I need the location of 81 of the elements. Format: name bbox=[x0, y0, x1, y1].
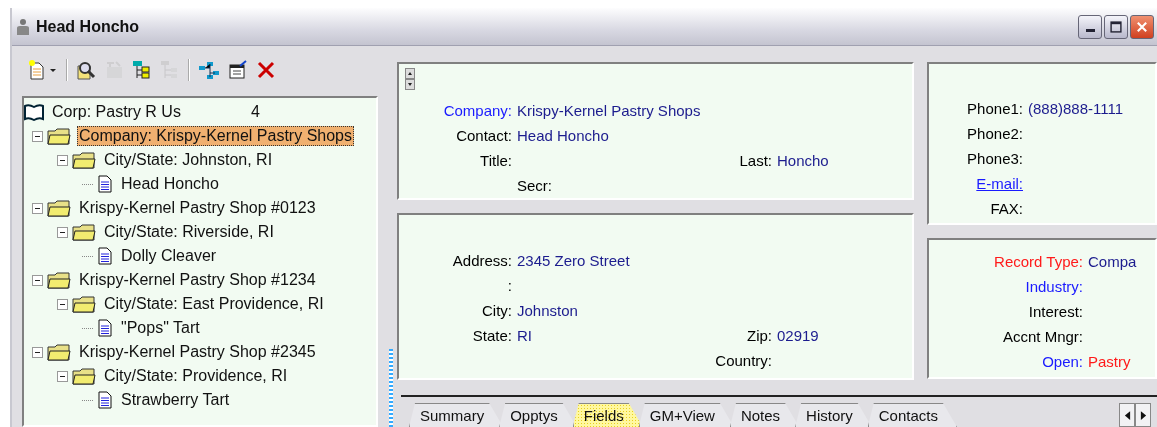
field-label: Industry: bbox=[1025, 278, 1083, 295]
field-value: Head Honcho bbox=[517, 127, 609, 144]
folder-icon bbox=[47, 343, 71, 361]
field-value: Johnston bbox=[517, 302, 578, 319]
tree-item[interactable]: City/State: Johnston, RI bbox=[102, 150, 275, 170]
collapse-icon[interactable] bbox=[32, 130, 43, 142]
collapse-icon[interactable] bbox=[32, 202, 43, 214]
folder-icon bbox=[47, 271, 71, 289]
field-label: Phone2: bbox=[967, 125, 1023, 142]
tree-item[interactable]: Company: Krispy-Kernel Pastry Shops bbox=[77, 126, 354, 146]
tree-item[interactable]: Krispy-Kernel Pastry Shop #2345 bbox=[77, 342, 318, 362]
minimize-button[interactable] bbox=[1078, 14, 1102, 39]
field-label: Record Type: bbox=[994, 253, 1083, 270]
tree-item[interactable]: Corp: Pastry R Us bbox=[50, 102, 183, 122]
tree-item[interactable]: Krispy-Kernel Pastry Shop #0123 bbox=[77, 198, 318, 218]
folder-icon bbox=[47, 199, 71, 217]
splitter-handle[interactable] bbox=[389, 349, 393, 427]
field-label: Open: bbox=[1042, 353, 1083, 370]
close-icon bbox=[1135, 19, 1149, 34]
tree-item[interactable]: Strawberry Tart bbox=[119, 390, 232, 410]
book-icon bbox=[24, 103, 44, 121]
email-link[interactable]: E-mail: bbox=[976, 175, 1023, 192]
field-label: Accnt Mngr: bbox=[1002, 328, 1083, 345]
document-icon bbox=[97, 391, 113, 409]
field-label: FAX: bbox=[990, 200, 1023, 217]
document-icon bbox=[97, 319, 113, 337]
field-value: Honcho bbox=[777, 152, 829, 169]
field-label: Address: bbox=[452, 252, 512, 269]
collapse-icon[interactable] bbox=[57, 154, 68, 166]
field-label: Last: bbox=[739, 152, 772, 169]
spin-buttons[interactable] bbox=[405, 68, 415, 93]
maximize-button[interactable] bbox=[1104, 14, 1128, 39]
field-label: Title: bbox=[480, 152, 512, 169]
folder-icon bbox=[72, 151, 96, 169]
collapse-icon[interactable] bbox=[57, 370, 68, 382]
tab[interactable]: Contacts bbox=[867, 403, 957, 427]
field-label: : bbox=[507, 277, 512, 294]
collapse-icon[interactable] bbox=[32, 274, 43, 286]
tree-item[interactable]: "Pops" Tart bbox=[119, 318, 202, 338]
field-label: Zip: bbox=[747, 327, 772, 344]
collapse-icon[interactable] bbox=[57, 298, 68, 310]
tree-item[interactable]: City/State: East Providence, RI bbox=[102, 294, 326, 314]
field-label: City: bbox=[482, 302, 512, 319]
tree-item[interactable]: City/State: Riverside, RI bbox=[102, 222, 276, 242]
field-value: 2345 Zero Street bbox=[517, 252, 630, 269]
field-label: State: bbox=[472, 327, 512, 344]
field-label: Phone3: bbox=[967, 150, 1023, 167]
folder-icon bbox=[72, 223, 96, 241]
collapse-icon[interactable] bbox=[32, 346, 43, 358]
tree-item[interactable]: Krispy-Kernel Pastry Shop #1234 bbox=[77, 270, 318, 290]
field-value: Compa bbox=[1088, 253, 1137, 270]
field-label: Company: bbox=[443, 102, 512, 119]
left-arrow-icon bbox=[1123, 410, 1131, 420]
field-value: Krispy-Kernel Pastry Shops bbox=[517, 102, 701, 119]
folder-icon bbox=[47, 127, 71, 145]
person-icon bbox=[16, 17, 30, 36]
field-value: (888)888-1111 bbox=[1028, 100, 1124, 117]
scroll-left-button[interactable] bbox=[1119, 403, 1135, 427]
record-count: 4 bbox=[250, 103, 260, 121]
field-label: Country: bbox=[715, 352, 772, 369]
field-value: RI bbox=[517, 327, 532, 344]
collapse-icon[interactable] bbox=[57, 226, 68, 238]
field-label: Interest: bbox=[1028, 303, 1083, 320]
scroll-right-button[interactable] bbox=[1135, 403, 1151, 427]
field-label: Phone1: bbox=[967, 100, 1023, 117]
folder-icon bbox=[72, 367, 96, 385]
field-value: 02919 bbox=[777, 327, 819, 344]
field-label: Contact: bbox=[456, 127, 512, 144]
document-icon bbox=[97, 175, 113, 193]
right-arrow-icon bbox=[1139, 410, 1147, 420]
folder-icon bbox=[72, 295, 96, 313]
maximize-icon bbox=[1109, 19, 1123, 34]
tree-item[interactable]: Dolly Cleaver bbox=[119, 246, 219, 266]
tree-item[interactable]: City/State: Providence, RI bbox=[102, 366, 290, 386]
document-icon bbox=[97, 247, 113, 265]
field-value: Pastry bbox=[1088, 353, 1131, 370]
close-button[interactable] bbox=[1130, 14, 1154, 39]
tree-item[interactable]: Head Honcho bbox=[119, 174, 221, 194]
field-label: Secr: bbox=[517, 177, 552, 194]
window-title: Head Honcho bbox=[36, 17, 140, 36]
minimize-icon bbox=[1085, 29, 1095, 32]
